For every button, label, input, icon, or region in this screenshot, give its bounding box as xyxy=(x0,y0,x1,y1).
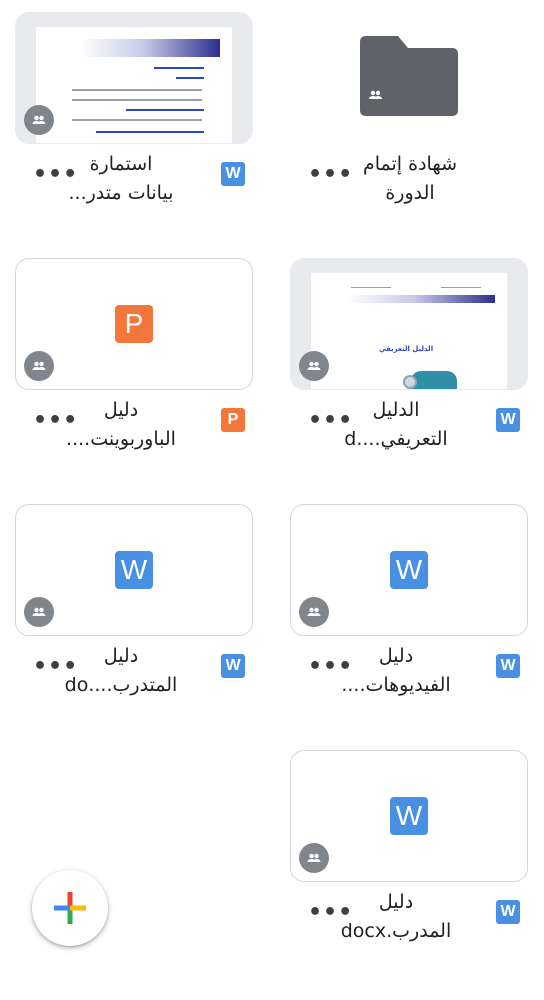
file-name: الدليل التعريفي....d xyxy=(344,399,448,450)
word-file-icon: W xyxy=(390,551,428,589)
word-file-icon: W xyxy=(496,900,520,924)
file-name: دليل المتدرب....do xyxy=(64,645,178,696)
word-file-icon: W xyxy=(221,654,245,678)
word-file-icon: W xyxy=(496,654,520,678)
document-preview xyxy=(36,27,232,143)
plus-icon xyxy=(54,892,86,924)
file-label-form[interactable]: ••• استمارة بيانات متدر... W xyxy=(15,150,253,210)
powerpoint-file-icon: P xyxy=(221,408,245,432)
file-label-videos-guide[interactable]: ••• دليل الفيديوهات.... W xyxy=(290,642,528,702)
folder-thumbnail[interactable] xyxy=(290,12,528,144)
file-thumbnail-intro-guide[interactable]: الدليل التعريفي xyxy=(290,258,528,390)
word-file-icon: W xyxy=(496,408,520,432)
shared-people-icon xyxy=(24,105,54,135)
file-thumbnail-trainer-guide[interactable]: W xyxy=(290,750,528,882)
shared-people-icon xyxy=(24,351,54,381)
file-label-intro-guide[interactable]: ••• الدليل التعريفي....d W xyxy=(290,396,528,456)
word-file-icon: W xyxy=(221,162,245,186)
file-label-powerpoint[interactable]: ••• دليل الباوربوينت.... P xyxy=(15,396,253,456)
shared-people-icon xyxy=(299,351,329,381)
powerpoint-file-icon: P xyxy=(115,305,153,343)
new-item-fab-button[interactable] xyxy=(32,870,108,946)
file-name: دليل المدرب.docx xyxy=(340,891,452,942)
folder-label[interactable]: ••• شهادة إتمام الدورة xyxy=(290,150,528,210)
shared-people-icon xyxy=(24,597,54,627)
word-file-icon: W xyxy=(115,551,153,589)
file-thumbnail-videos-guide[interactable]: W xyxy=(290,504,528,636)
document-header-bar xyxy=(80,39,220,57)
document-preview: الدليل التعريفي xyxy=(311,273,507,389)
file-thumbnail-powerpoint[interactable]: P xyxy=(15,258,253,390)
file-name: دليل الباوربوينت.... xyxy=(66,399,176,450)
file-name: دليل الفيديوهات.... xyxy=(341,645,451,696)
file-thumbnail-trainee-guide[interactable]: W xyxy=(15,504,253,636)
file-label-trainer-guide[interactable]: ••• دليل المدرب.docx W xyxy=(290,888,528,948)
document-heading: الدليل التعريفي xyxy=(378,345,434,353)
word-file-icon: W xyxy=(390,797,428,835)
shared-people-icon xyxy=(299,597,329,627)
file-label-trainee-guide[interactable]: ••• دليل المتدرب....do W xyxy=(15,642,253,702)
folder-name: شهادة إتمام الدورة xyxy=(362,153,458,204)
file-thumbnail-form[interactable] xyxy=(15,12,253,144)
file-name: استمارة بيانات متدر... xyxy=(68,153,174,204)
folder-icon xyxy=(360,36,458,116)
document-header-bar xyxy=(347,295,495,303)
shared-people-icon xyxy=(299,843,329,873)
